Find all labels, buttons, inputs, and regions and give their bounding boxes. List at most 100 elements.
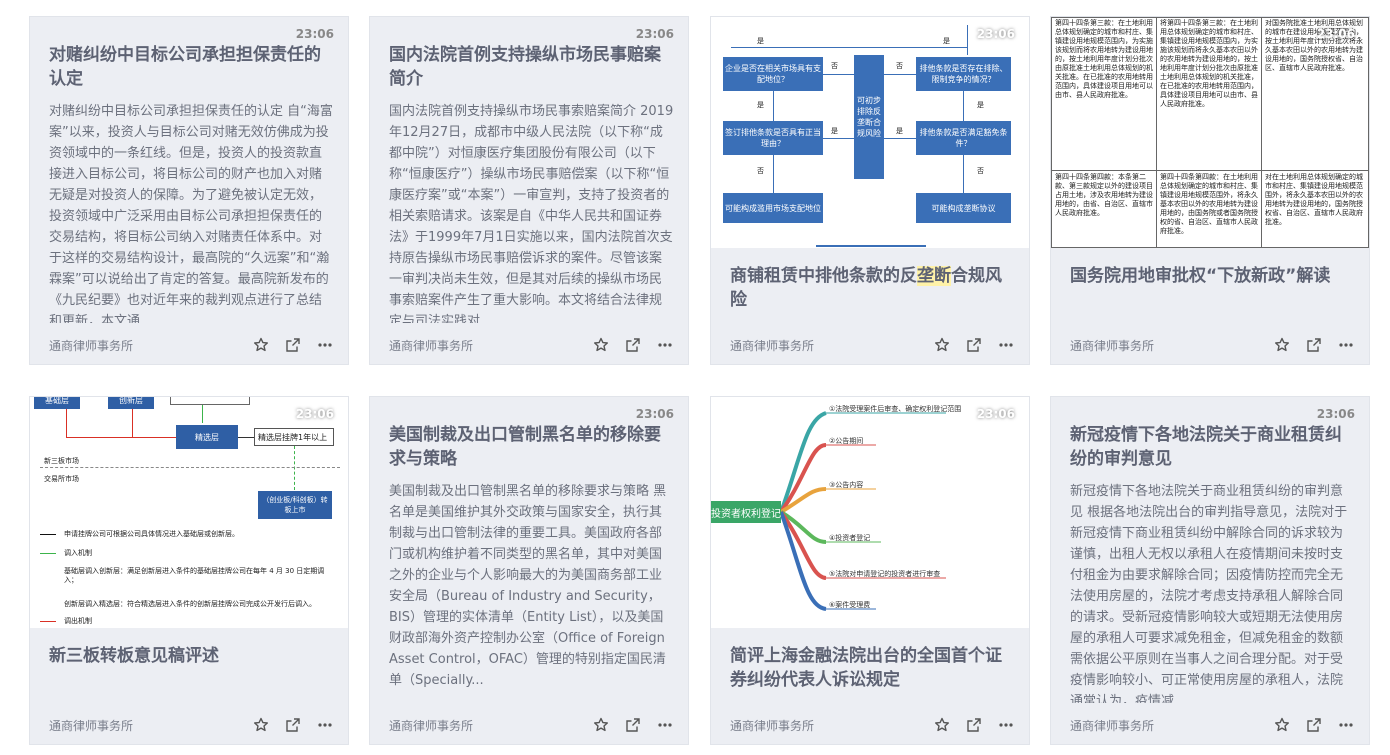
- article-card[interactable]: 第四十四条第三款：在土地利用总体规划确定的城市和村庄、集镇建设用地规模范围内，为…: [1050, 16, 1370, 365]
- star-icon[interactable]: [252, 336, 270, 354]
- flow-yes-label: 是: [896, 127, 903, 135]
- card-time: 23:06: [976, 407, 1015, 421]
- diagram-market-label: 新三板市场: [44, 457, 79, 465]
- more-icon[interactable]: [1337, 716, 1355, 734]
- card-firm: 通商律师事务所: [1070, 338, 1155, 353]
- flow-no-label: 否: [757, 167, 764, 175]
- card-title[interactable]: 国内法院首例支持操纵市场民事赔案简介: [389, 43, 674, 91]
- star-icon[interactable]: [1273, 336, 1291, 354]
- table-cell: 第四十四条第三款：在土地利用总体规划确定的城市和村庄、集镇建设用地规模范围内，为…: [1055, 19, 1153, 99]
- diagram-box: 精选层挂牌1年以上: [254, 428, 334, 446]
- share-icon[interactable]: [965, 336, 983, 354]
- card-title[interactable]: 对赌纠纷中目标公司承担担保责任的认定: [49, 43, 334, 91]
- card-time: 23:06: [1316, 407, 1355, 421]
- article-card[interactable]: 23:06 国内法院首例支持操纵市场民事赔案简介 国内法院首例支持操纵市场民事索…: [369, 16, 689, 365]
- card-time: 23:06: [976, 27, 1015, 41]
- card-time: 23:06: [295, 407, 334, 421]
- flow-yes-label: 是: [757, 37, 764, 45]
- share-icon[interactable]: [624, 336, 642, 354]
- card-footer: 通商律师事务所: [1070, 715, 1355, 735]
- share-icon[interactable]: [624, 716, 642, 734]
- diagram-box: 基础层: [34, 397, 80, 409]
- star-icon[interactable]: [252, 716, 270, 734]
- mindmap-branch: ②公告期间: [829, 437, 864, 445]
- article-card[interactable]: 投资者权利登记 ①法院受理案件后审查、确定权利登记范围 ②公告期间 ③公告内容 …: [710, 396, 1030, 745]
- article-card[interactable]: 是 是 企业是否在相关市场具有支配地位？ 排他条款是否存在排除、限制竞争的情况？…: [710, 16, 1030, 365]
- flow-yes-label: 是: [943, 37, 950, 45]
- flow-question-box: 签订排他条款是否具有正当理由？: [723, 121, 823, 155]
- card-time: 23:06: [295, 27, 334, 41]
- table-cell: 对国务院批准土地利用总体规划的城市在建设用地规模范围内，按土地利用年度计划分批次…: [1265, 19, 1363, 72]
- flow-yes-label: 是: [757, 101, 764, 109]
- card-footer: 通商律师事务所: [49, 715, 334, 735]
- mindmap-branch: ④投资者登记: [829, 534, 871, 542]
- article-card[interactable]: 基础层 创新层 精选层 精选层挂牌1年以上 新三板市场 交易所市场 （创业板/科…: [29, 396, 349, 745]
- card-footer: 通商律师事务所: [1070, 335, 1355, 355]
- card-excerpt: 国内法院首例支持操纵市场民事索赔案简介 2019年12月27日，成都市中级人民法…: [389, 104, 674, 323]
- card-thumbnail-table[interactable]: 第四十四条第三款：在土地利用总体规划确定的城市和村庄、集镇建设用地规模范围内，为…: [1051, 17, 1369, 248]
- flow-no-label: 否: [896, 62, 903, 70]
- card-firm: 通商律师事务所: [1070, 718, 1155, 733]
- more-icon[interactable]: [1337, 336, 1355, 354]
- card-thumbnail-flowchart[interactable]: 是 是 企业是否在相关市场具有支配地位？ 排他条款是否存在排除、限制竞争的情况？…: [711, 17, 1029, 248]
- card-firm: 通商律师事务所: [49, 338, 134, 353]
- flow-question-box: 排他条款是否满足豁免条件？: [916, 121, 1011, 155]
- share-icon[interactable]: [965, 716, 983, 734]
- star-icon[interactable]: [933, 716, 951, 734]
- share-icon[interactable]: [284, 716, 302, 734]
- share-icon[interactable]: [284, 336, 302, 354]
- diagram-legend: 申请挂牌公司可根据公司具体情况进入基础层或创新层。: [64, 530, 239, 538]
- card-thumbnail-diagram[interactable]: 基础层 创新层 精选层 精选层挂牌1年以上 新三板市场 交易所市场 （创业板/科…: [30, 397, 348, 628]
- mindmap-branch: ①法院受理案件后审查、确定权利登记范围: [829, 405, 962, 413]
- diagram-box: （创业板/科创板）转板上市: [258, 491, 332, 519]
- share-icon[interactable]: [1305, 716, 1323, 734]
- card-firm: 通商律师事务所: [730, 338, 815, 353]
- flow-question-box: 排他条款是否存在排除、限制竞争的情况？: [916, 57, 1011, 91]
- flow-no-label: 否: [831, 62, 838, 70]
- card-time: 23:06: [1316, 27, 1355, 41]
- more-icon[interactable]: [316, 336, 334, 354]
- diagram-legend: 基础层调入创新层：满足创新层进入条件的基础层挂牌公司在每年 4 月 30 日定期…: [64, 567, 325, 584]
- flow-no-label: 否: [977, 167, 984, 175]
- article-card[interactable]: 23:06 对赌纠纷中目标公司承担担保责任的认定 对赌纠纷中目标公司承担担保责任…: [29, 16, 349, 365]
- star-icon[interactable]: [592, 716, 610, 734]
- flow-result-box: 可能构成垄断协议: [916, 193, 1011, 223]
- title-highlight: 垄断: [917, 266, 951, 286]
- mindmap-root: 投资者权利登记: [711, 501, 781, 523]
- star-icon[interactable]: [592, 336, 610, 354]
- more-icon[interactable]: [316, 716, 334, 734]
- card-firm: 通商律师事务所: [389, 718, 474, 733]
- card-title[interactable]: 新冠疫情下各地法院关于商业租赁纠纷的审判意见: [1070, 423, 1355, 471]
- card-firm: 通商律师事务所: [49, 718, 134, 733]
- card-title[interactable]: 商铺租赁中排他条款的反垄断合规风险: [730, 264, 1015, 312]
- article-card[interactable]: 23:06 新冠疫情下各地法院关于商业租赁纠纷的审判意见 新冠疫情下各地法院关于…: [1050, 396, 1370, 745]
- more-icon[interactable]: [997, 716, 1015, 734]
- star-icon[interactable]: [933, 336, 951, 354]
- flow-result-box: 可能构成滥用市场支配地位: [723, 193, 823, 223]
- more-icon[interactable]: [997, 336, 1015, 354]
- star-icon[interactable]: [1273, 716, 1291, 734]
- card-excerpt: 对赌纠纷中目标公司承担担保责任的认定 自“海富案”以来，投资人与目标公司对赌无效…: [49, 104, 333, 323]
- article-card[interactable]: 23:06 美国制裁及出口管制黑名单的移除要求与策略 美国制裁及出口管制黑名单的…: [369, 396, 689, 745]
- title-part: 商铺租赁中排他条款的反: [730, 266, 917, 286]
- diagram-legend: 调出机制: [64, 617, 92, 625]
- mindmap-branch: ③公告内容: [829, 481, 864, 489]
- more-icon[interactable]: [656, 716, 674, 734]
- flow-yes-label: 是: [977, 101, 984, 109]
- card-thumbnail-mindmap[interactable]: 投资者权利登记 ①法院受理案件后审查、确定权利登记范围 ②公告期间 ③公告内容 …: [711, 397, 1029, 628]
- card-title[interactable]: 新三板转板意见稿评述: [49, 644, 334, 668]
- card-title[interactable]: 简评上海金融法院出台的全国首个证券纠纷代表人诉讼规定: [730, 644, 1015, 692]
- table-cell: 将第四十四条第三款：在土地利用总体规划确定的城市和村庄、集镇建设用地规模范围内，…: [1160, 19, 1258, 108]
- card-excerpt: 美国制裁及出口管制黑名单的移除要求与策略 黑名单是美国维护其外交政策与国家安全，…: [389, 484, 667, 688]
- flow-question-box: 企业是否在相关市场具有支配地位？: [723, 57, 823, 91]
- card-excerpt: 新冠疫情下各地法院关于商业租赁纠纷的审判意见 根据各地法院出台的审判指导意见，法…: [1070, 484, 1348, 703]
- card-title[interactable]: 国务院用地审批权“下放新政”解读: [1070, 264, 1355, 288]
- share-icon[interactable]: [1305, 336, 1323, 354]
- more-icon[interactable]: [656, 336, 674, 354]
- table-cell: 对在土地利用总体规划确定的城市和村庄、集镇建设用地规模范围外，将永久基本农田以外…: [1265, 173, 1363, 226]
- card-time: 23:06: [635, 27, 674, 41]
- table-cell: 第四十四条第四款：在土地利用总体规划确定的城市和村庄、集镇建设用地规模范围外，将…: [1160, 173, 1258, 235]
- mindmap-branch: ⑤法院对申请登记的投资者进行审查: [829, 570, 941, 578]
- card-title[interactable]: 美国制裁及出口管制黑名单的移除要求与策略: [389, 423, 674, 471]
- diagram-legend: 调入机制: [64, 549, 92, 557]
